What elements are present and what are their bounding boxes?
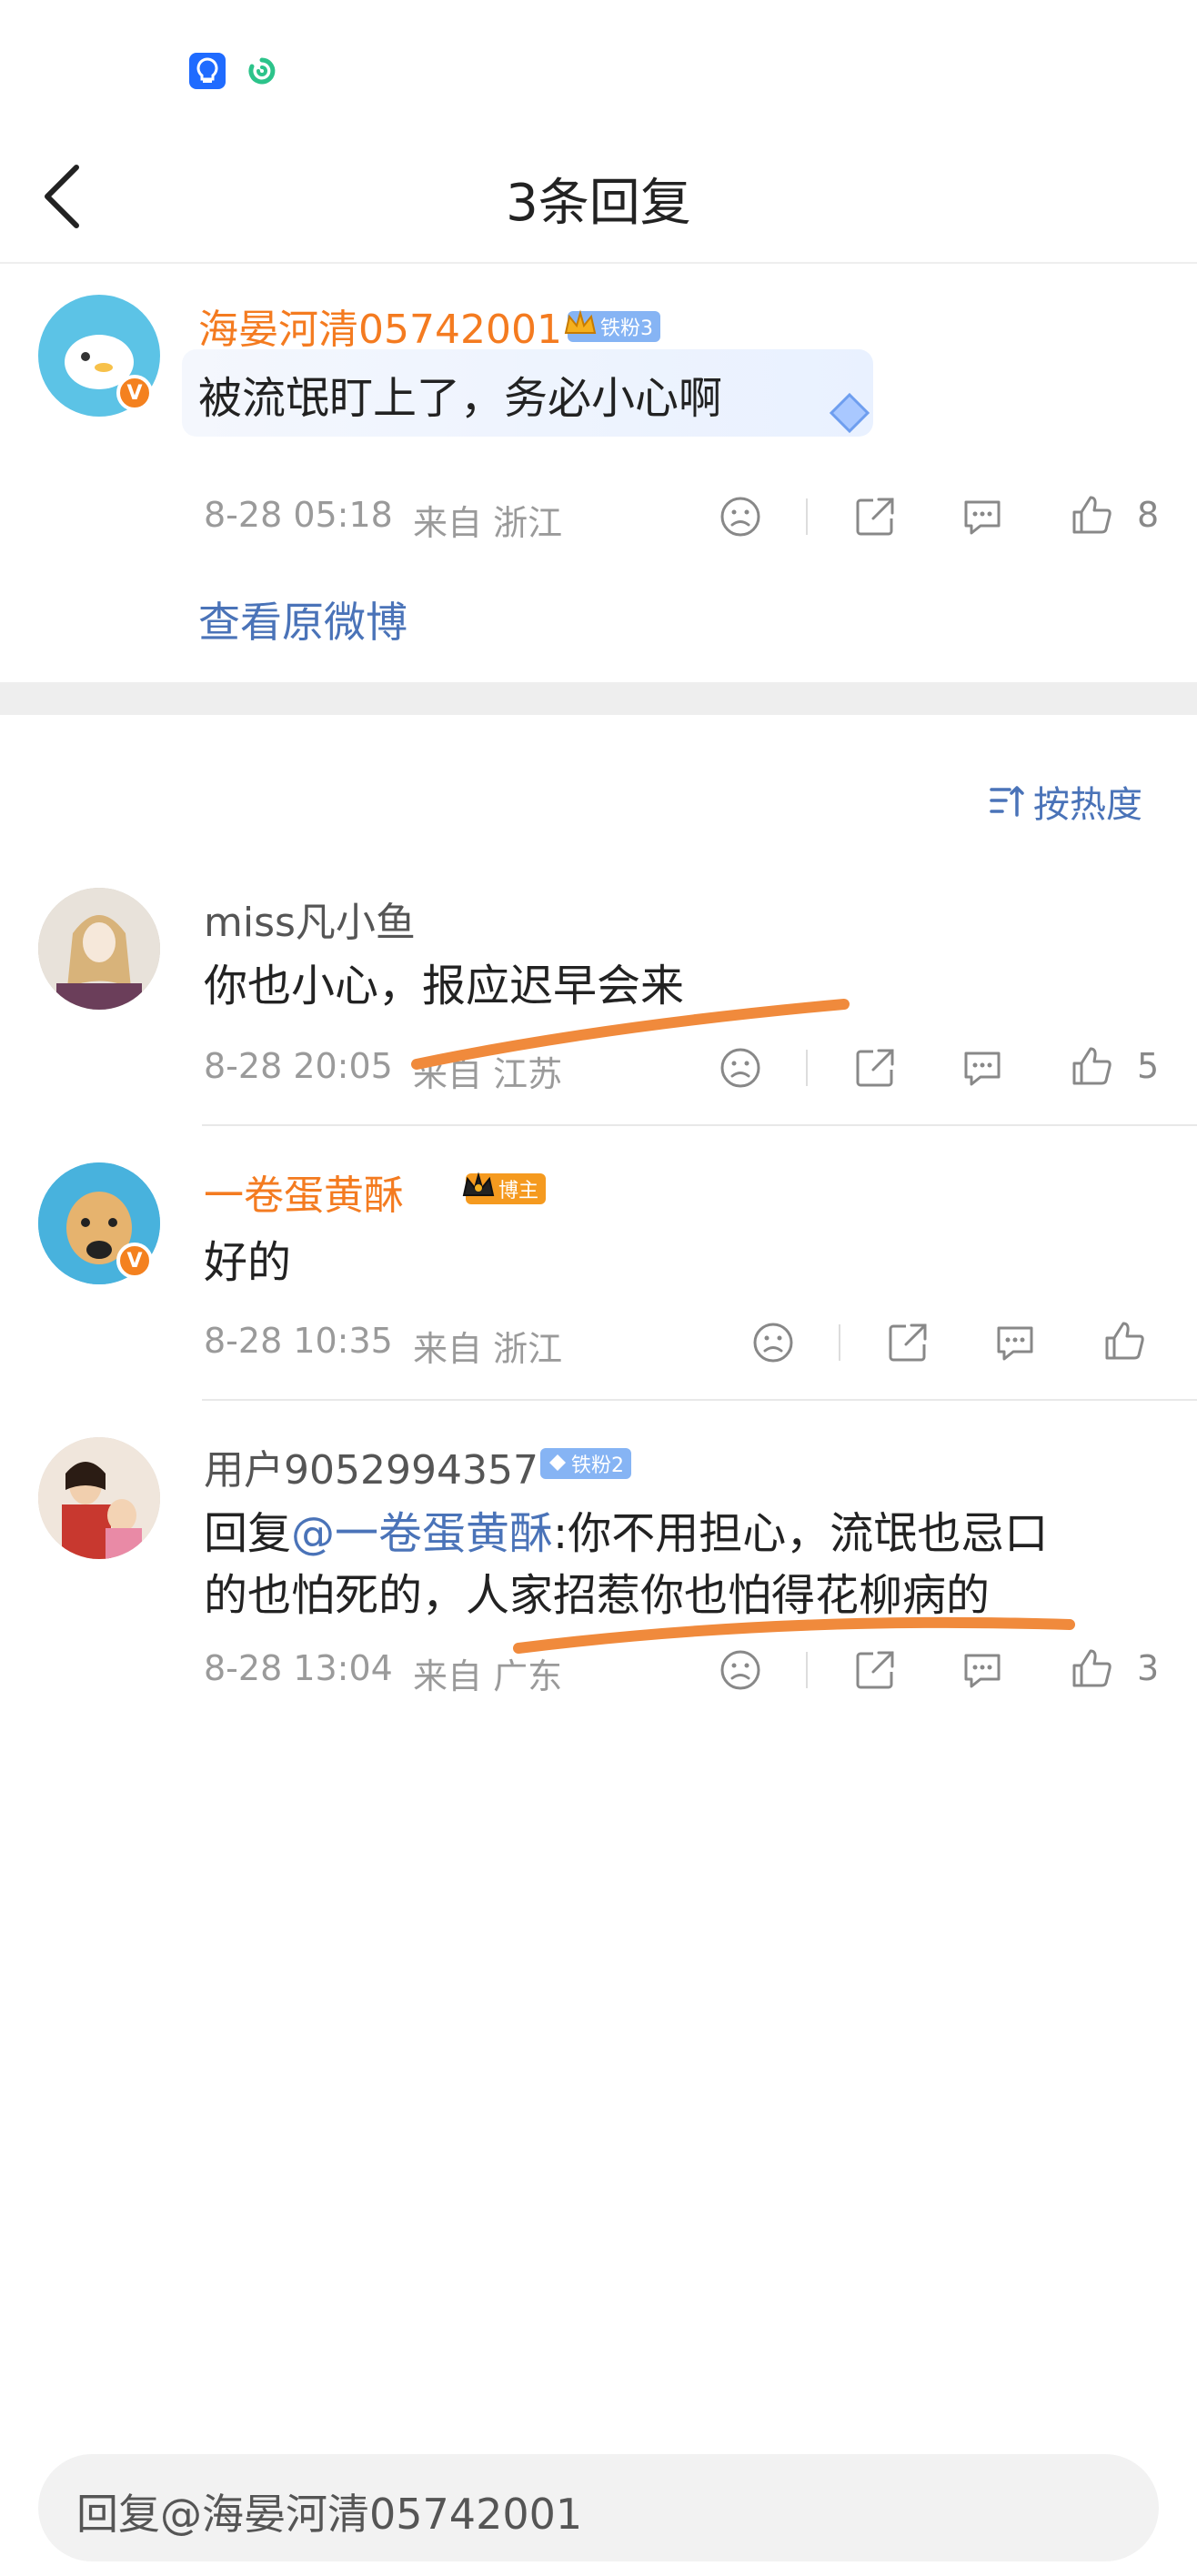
lightbulb-app-icon (189, 53, 226, 89)
share-icon (856, 1049, 894, 1087)
avatar[interactable] (38, 1437, 160, 1559)
comment-content: 好的 (204, 1237, 292, 1288)
comment-button[interactable] (957, 1645, 1008, 1696)
action-divider (839, 1324, 840, 1361)
comment-button[interactable] (990, 1317, 1041, 1368)
comment-content: 被流氓盯上了，务必小心啊 (198, 373, 723, 424)
action-divider (806, 1652, 808, 1688)
thumbs-up-icon (1072, 496, 1112, 534)
share-button[interactable] (850, 1645, 900, 1696)
green-swirl-app-icon (244, 53, 280, 89)
dislike-button[interactable] (715, 1042, 766, 1093)
sad-face-icon (720, 1048, 760, 1088)
share-icon (856, 1651, 894, 1689)
avatar[interactable] (38, 888, 160, 1010)
sad-face-icon (720, 497, 760, 537)
comment-content-line-1: 回复@一卷蛋黄酥:你不用担心，流氓也忌口 (204, 1508, 1049, 1559)
status-bar-icons (189, 53, 280, 89)
thumbs-up-icon (1072, 1047, 1112, 1085)
fan-badge: 铁粉3 (564, 309, 660, 342)
username[interactable]: 用户9052994357 (204, 1437, 538, 1495)
action-divider (806, 1050, 808, 1086)
view-original-link[interactable]: 查看原微博 (198, 589, 407, 649)
action-divider (806, 498, 808, 535)
dislike-button[interactable] (715, 491, 766, 542)
sort-by-heat-button[interactable]: 按热度 (988, 775, 1142, 828)
section-separator (0, 682, 1197, 715)
like-button[interactable] (1066, 1041, 1117, 1092)
diamond-decoration-icon (829, 392, 870, 434)
like-count: 5 (1137, 1046, 1160, 1086)
reply-input[interactable]: 回复@海晏河清05742001 (76, 2481, 582, 2541)
sad-face-icon (753, 1323, 793, 1363)
like-button[interactable] (1099, 1315, 1150, 1366)
comment-time: 8-28 05:18 (204, 495, 393, 535)
verified-badge-icon: V (116, 375, 153, 411)
like-button[interactable] (1066, 489, 1117, 540)
header-divider (0, 262, 1197, 264)
crown-icon (458, 1166, 498, 1206)
like-count: 8 (1137, 495, 1160, 535)
share-button[interactable] (882, 1317, 933, 1368)
comment-time: 8-28 13:04 (204, 1648, 393, 1688)
comment-content: 你也小心，报应迟早会来 (204, 961, 685, 1011)
thumbs-up-icon (1072, 1649, 1112, 1687)
share-button[interactable] (850, 491, 900, 542)
verified-badge-icon: V (116, 1243, 153, 1279)
blogger-badge: 博主 (462, 1172, 547, 1204)
comment-time: 8-28 20:05 (204, 1046, 393, 1086)
comment-icon (964, 1654, 1001, 1688)
thumbs-up-icon (1105, 1322, 1144, 1360)
dislike-button[interactable] (748, 1317, 799, 1368)
comment-button[interactable] (957, 1042, 1008, 1093)
top-navigation-bar: 3条回复 (0, 136, 1197, 264)
comment-icon (964, 1052, 1001, 1086)
username[interactable]: 海晏河清05742001 (198, 297, 562, 355)
comment-location: 来自 浙江 (413, 503, 563, 543)
comment-content-line-2: 的也怕死的，人家招惹你也怕得花柳病的 (204, 1570, 991, 1621)
comment-icon (964, 500, 1001, 535)
like-button[interactable] (1066, 1643, 1117, 1694)
page-title: 3条回复 (506, 174, 691, 233)
crown-icon (560, 304, 600, 344)
comment-location: 来自 江苏 (413, 1054, 563, 1094)
reply-input-bar[interactable]: 回复@海晏河清05742001 (38, 2454, 1159, 2561)
comment-location: 来自 广东 (413, 1656, 563, 1696)
comment-time: 8-28 10:35 (204, 1321, 393, 1361)
mention-link[interactable]: @一卷蛋黄酥 (291, 1508, 553, 1559)
username[interactable]: miss凡小鱼 (204, 890, 416, 948)
diamond-icon (542, 1444, 573, 1481)
comment-button[interactable] (957, 491, 1008, 542)
sort-icon (990, 786, 1024, 817)
share-icon (856, 498, 894, 536)
comment-location: 来自 浙江 (413, 1329, 563, 1369)
dislike-button[interactable] (715, 1645, 766, 1696)
sad-face-icon (720, 1650, 760, 1690)
row-divider (202, 1124, 1197, 1126)
row-divider (202, 1399, 1197, 1401)
comment-icon (997, 1326, 1033, 1361)
like-count: 3 (1137, 1648, 1160, 1688)
username[interactable]: 一卷蛋黄酥 (204, 1162, 404, 1221)
share-icon (889, 1323, 927, 1362)
share-button[interactable] (850, 1042, 900, 1093)
fan-badge: 铁粉2 (540, 1448, 631, 1479)
